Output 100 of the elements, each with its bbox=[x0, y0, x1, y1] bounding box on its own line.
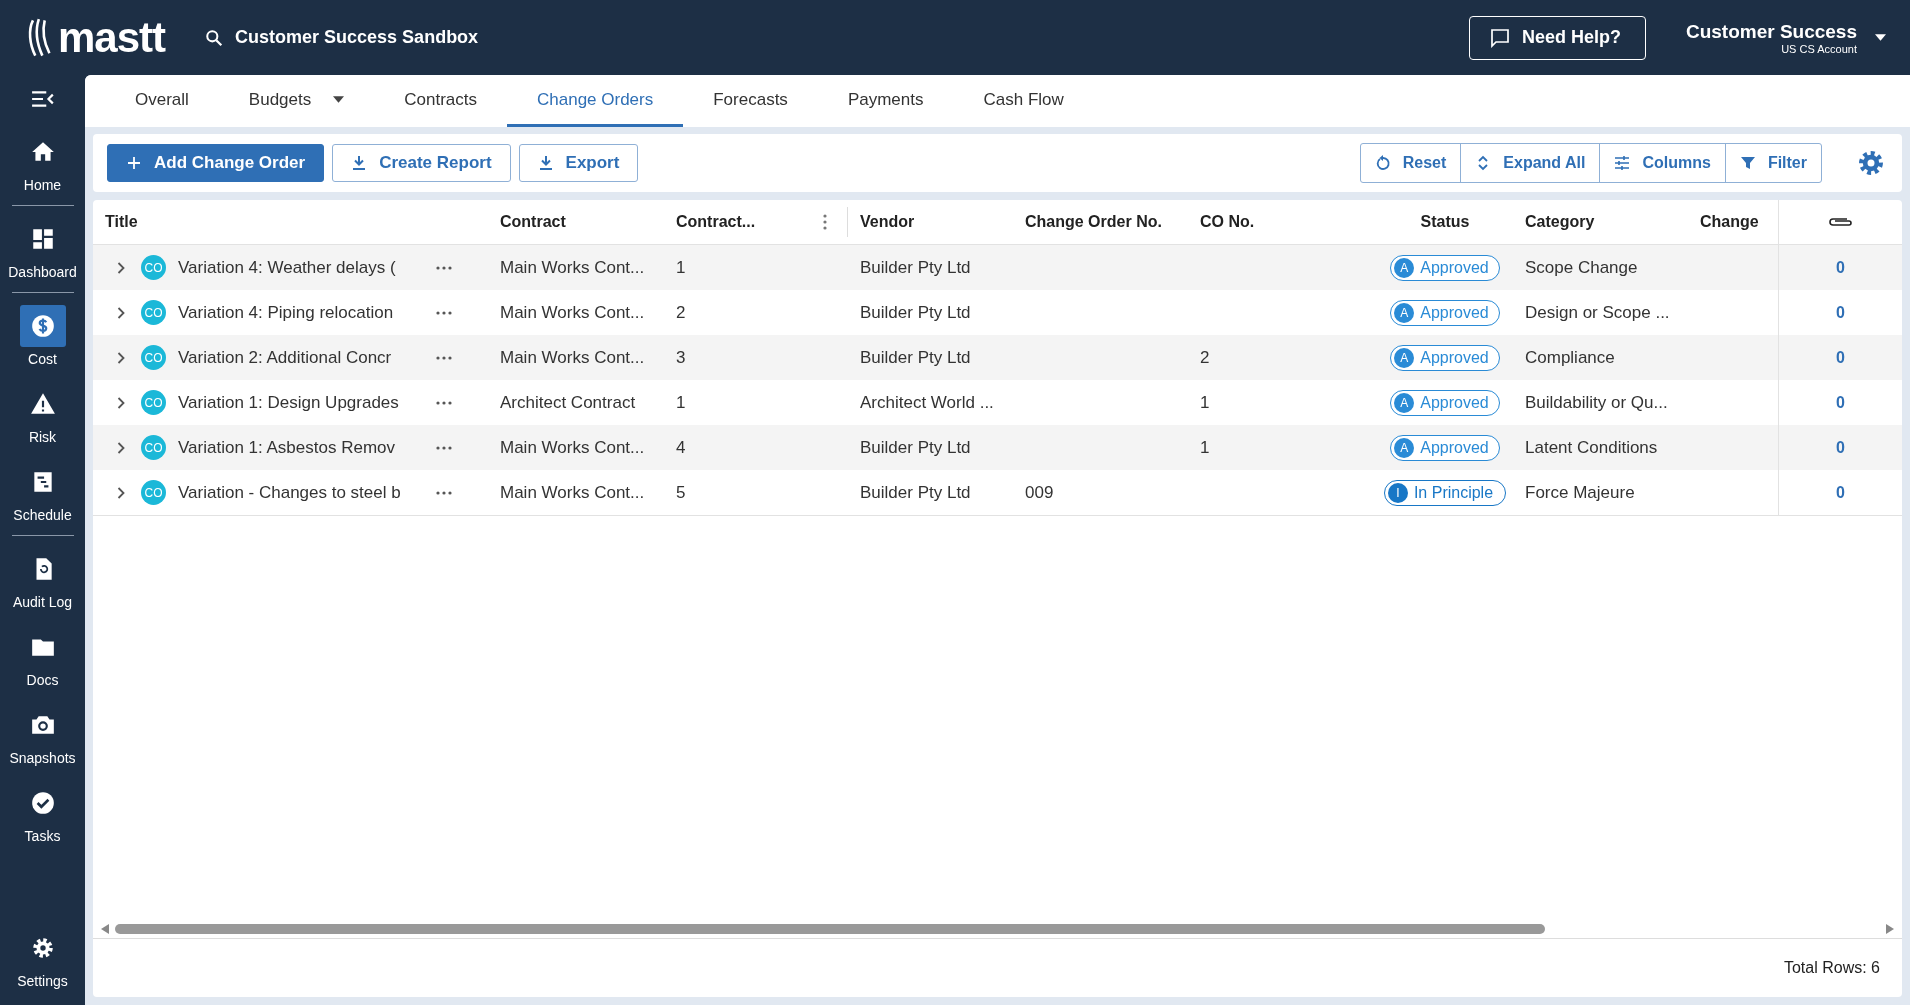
column-header[interactable]: Category bbox=[1525, 213, 1595, 231]
more-icon[interactable] bbox=[436, 490, 452, 495]
expand-button[interactable]: Expand All bbox=[1460, 144, 1600, 182]
account-name: Customer Success bbox=[1685, 20, 1857, 43]
column-header[interactable]: Contract... bbox=[676, 213, 756, 231]
type-badge: CO bbox=[141, 435, 166, 460]
logo-text: mastt bbox=[58, 13, 166, 62]
type-badge: CO bbox=[141, 480, 166, 505]
caret-icon bbox=[1875, 34, 1886, 41]
column-header[interactable]: Change Order No. bbox=[1025, 213, 1162, 231]
account-subtitle: US CS Account bbox=[1781, 42, 1857, 55]
menu-icon bbox=[30, 90, 55, 108]
more-icon[interactable] bbox=[436, 400, 452, 405]
scroll-right-icon[interactable] bbox=[1886, 924, 1894, 934]
settings-icon bbox=[1857, 149, 1885, 177]
sidebar-item[interactable]: Snapshots bbox=[0, 696, 85, 774]
sidebar-item[interactable]: Home bbox=[0, 123, 85, 201]
sidebar-item[interactable]: Dashboard bbox=[0, 210, 85, 288]
table-cell: 009 bbox=[1025, 482, 1054, 503]
action-button[interactable]: Export bbox=[518, 144, 639, 182]
attachment-count[interactable]: 0 bbox=[1836, 348, 1845, 367]
columns-button[interactable]: Columns bbox=[1599, 144, 1725, 182]
status-badge: A Approved bbox=[1390, 344, 1500, 371]
attachment-count[interactable]: 0 bbox=[1836, 438, 1845, 457]
sidebar-item[interactable]: Cost bbox=[0, 297, 85, 375]
table-cell: Scope Change bbox=[1525, 257, 1638, 278]
table-cell-text: Variation - Changes to steel b bbox=[178, 482, 402, 503]
tab[interactable]: Contracts bbox=[374, 75, 507, 127]
tab[interactable]: Cash Flow bbox=[953, 75, 1094, 127]
sidebar-item[interactable]: Audit Log bbox=[0, 540, 85, 618]
download-icon bbox=[351, 155, 368, 171]
tab[interactable]: Budgets bbox=[218, 75, 375, 127]
table-cell: Main Works Cont... bbox=[500, 257, 645, 278]
expand-chevron-icon[interactable] bbox=[117, 261, 125, 274]
sidebar-item[interactable]: Risk bbox=[0, 375, 85, 453]
paperclip-icon bbox=[1826, 216, 1855, 228]
table-cell: 1 bbox=[1200, 437, 1210, 458]
logo[interactable]: mastt bbox=[28, 13, 166, 62]
account-menu[interactable]: Customer Success US CS Account bbox=[1685, 20, 1886, 55]
sidebar-item[interactable]: Settings bbox=[0, 919, 85, 997]
table-cell: Force Majeure bbox=[1525, 482, 1635, 503]
expand-chevron-icon[interactable] bbox=[117, 486, 125, 499]
status-badge: A Approved bbox=[1390, 254, 1500, 281]
attachment-count[interactable]: 0 bbox=[1836, 483, 1845, 502]
status-badge: A Approved bbox=[1390, 434, 1500, 461]
search-icon bbox=[205, 28, 224, 47]
table-cell: Builder Pty Ltd bbox=[860, 482, 971, 503]
tab[interactable]: Overall bbox=[105, 75, 219, 127]
filter-icon bbox=[1739, 155, 1756, 171]
table-cell-text: Variation 1: Asbestos Remov bbox=[178, 437, 396, 458]
column-header[interactable]: Contract bbox=[500, 213, 566, 231]
status-badge: A Approved bbox=[1390, 299, 1500, 326]
expand-chevron-icon[interactable] bbox=[117, 351, 125, 364]
filter-button[interactable]: Filter bbox=[1724, 144, 1821, 182]
table-cell: Main Works Cont... bbox=[500, 347, 645, 368]
table-cell: Architect World ... bbox=[860, 392, 994, 413]
more-icon[interactable] bbox=[436, 355, 452, 360]
status-badge: I In Principle bbox=[1383, 479, 1507, 506]
table-cell: 1 bbox=[1200, 392, 1210, 413]
tab[interactable]: Change Orders bbox=[507, 75, 684, 127]
table-cell: Builder Pty Ltd bbox=[860, 257, 971, 278]
attachment-count[interactable]: 0 bbox=[1836, 303, 1845, 322]
table-cell: 5 bbox=[676, 482, 686, 503]
table-cell: Main Works Cont... bbox=[500, 482, 645, 503]
table-cell: Main Works Cont... bbox=[500, 437, 645, 458]
more-icon[interactable] bbox=[436, 265, 452, 270]
column-header[interactable]: Title bbox=[105, 213, 138, 231]
plus-icon bbox=[126, 155, 142, 171]
more-icon[interactable] bbox=[436, 445, 452, 450]
attachment-count[interactable]: 0 bbox=[1836, 258, 1845, 277]
attachment-count[interactable]: 0 bbox=[1836, 393, 1845, 412]
total-rows: Total Rows: 6 bbox=[1783, 959, 1880, 977]
sidebar-item[interactable]: Docs bbox=[0, 618, 85, 696]
expand-chevron-icon[interactable] bbox=[117, 441, 125, 454]
type-badge: CO bbox=[141, 345, 166, 370]
table-cell: 2 bbox=[676, 302, 686, 323]
download-icon bbox=[537, 155, 554, 171]
tab[interactable]: Forecasts bbox=[683, 75, 818, 127]
table-cell: Design or Scope ... bbox=[1525, 302, 1670, 323]
add-button[interactable]: Add Change Order bbox=[107, 144, 325, 182]
sidebar-item[interactable]: Tasks bbox=[0, 774, 85, 852]
reset-button[interactable]: Reset bbox=[1360, 144, 1461, 182]
table-cell-text: Variation 2: Additional Concr bbox=[178, 347, 393, 368]
column-header[interactable]: Change bbox=[1700, 213, 1759, 231]
scroll-left-icon[interactable] bbox=[101, 924, 109, 934]
expand-chevron-icon[interactable] bbox=[117, 306, 125, 319]
table-cell-text: Variation 1: Design Upgrades bbox=[178, 392, 400, 413]
table-cell: 1 bbox=[676, 392, 686, 413]
column-header[interactable]: CO No. bbox=[1200, 213, 1255, 231]
tab[interactable]: Payments bbox=[817, 75, 954, 127]
more-icon[interactable] bbox=[436, 310, 452, 315]
sliders-icon bbox=[1614, 155, 1631, 171]
column-header[interactable]: Vendor bbox=[860, 213, 915, 231]
action-button[interactable]: Create Report bbox=[332, 144, 511, 182]
column-header[interactable]: Status bbox=[1420, 213, 1470, 231]
help-button[interactable]: Need Help? bbox=[1468, 15, 1646, 60]
sidebar-item[interactable]: Schedule bbox=[0, 453, 85, 531]
kebab-icon[interactable] bbox=[823, 214, 827, 230]
expand-chevron-icon[interactable] bbox=[117, 396, 125, 409]
table-cell: 2 bbox=[1200, 347, 1210, 368]
